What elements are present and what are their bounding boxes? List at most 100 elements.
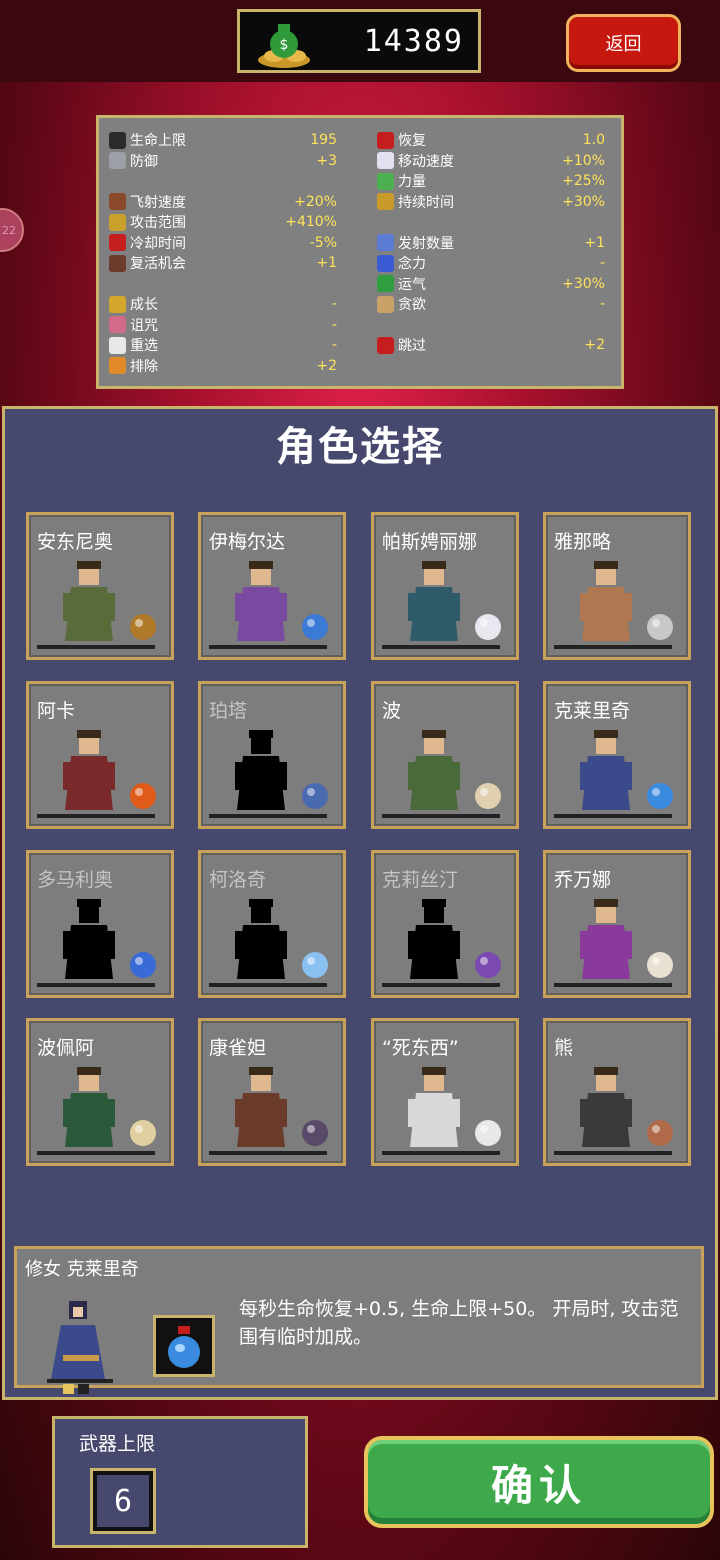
character-sprite — [580, 561, 632, 641]
santa-water-icon — [168, 1326, 200, 1368]
stat-name: 生命上限 — [130, 133, 186, 149]
character-name: 克莉丝汀 — [382, 869, 459, 891]
panel-title: 角色选择 — [276, 424, 444, 470]
character-card[interactable]: 克莱里奇 — [543, 681, 691, 829]
weapon-limit-box: 武器上限 6 — [52, 1416, 308, 1548]
stat-value: - — [599, 255, 605, 271]
stat-name: 排除 — [130, 358, 158, 375]
character-card[interactable]: 帕斯娉丽娜 — [371, 512, 519, 660]
character-card[interactable]: 珀塔 — [198, 681, 346, 829]
gatti-icon — [302, 1120, 328, 1146]
character-card[interactable]: 波佩阿 — [26, 1018, 174, 1166]
locked-silhouette — [235, 899, 287, 979]
character-sprite — [63, 1067, 115, 1147]
character-sprite — [408, 561, 460, 641]
stat-right-8: 跳过 +2 — [377, 335, 605, 355]
stat-left-9: 排除 +2 — [109, 356, 337, 376]
gold-bag-icon: $ — [258, 24, 310, 68]
stat-right-7: 贪欲 - — [377, 294, 605, 314]
stat-name: 运气 — [398, 276, 426, 293]
fire-wand-icon — [130, 783, 156, 809]
character-card[interactable]: 雅那略 — [543, 512, 691, 660]
side-badge[interactable]: 22 — [0, 208, 24, 252]
selected-title: 修女 克莱里奇 — [25, 1259, 139, 1280]
character-card[interactable]: 康雀妲 — [198, 1018, 346, 1166]
lightning-ring-icon — [302, 783, 328, 809]
ground-shadow — [209, 983, 327, 987]
character-name: 波佩阿 — [37, 1037, 95, 1059]
stat-value: - — [599, 296, 605, 312]
ground-shadow — [554, 1151, 672, 1155]
ground-shadow — [554, 814, 672, 818]
character-sprite — [408, 730, 460, 810]
stat-right-5: 念力 - — [377, 253, 605, 273]
cherry-bomb-icon — [647, 1120, 673, 1146]
stat-name: 冷却时间 — [130, 235, 186, 252]
stat-value: 195 — [310, 132, 337, 148]
stat-value: +20% — [294, 193, 337, 210]
character-card[interactable]: 乔万娜 — [543, 850, 691, 998]
skip-icon — [377, 336, 394, 354]
coin-counter: $ 14389 — [237, 9, 481, 73]
ground-shadow — [37, 983, 155, 987]
character-card[interactable]: 伊梅尔达 — [198, 512, 346, 660]
stat-left-4: 冷却时间 -5% — [109, 233, 337, 253]
character-card[interactable]: “死东西” — [371, 1018, 519, 1166]
character-name: 波 — [382, 700, 402, 722]
stat-right-6: 运气 +30% — [377, 274, 605, 294]
stat-right-1: 移动速度 +10% — [377, 151, 605, 171]
stat-right-2: 力量 +25% — [377, 171, 605, 191]
ground-shadow — [209, 645, 327, 649]
character-sprite — [580, 730, 632, 810]
character-card[interactable]: 多马利奥 — [26, 850, 174, 998]
ground-shadow — [382, 1151, 500, 1155]
character-card[interactable]: 熊 — [543, 1018, 691, 1166]
magnet-icon — [377, 254, 394, 272]
character-sprite — [235, 561, 287, 641]
pentagram-icon — [475, 952, 501, 978]
character-card[interactable]: 柯洛奇 — [198, 850, 346, 998]
character-card[interactable]: 阿卡 — [26, 681, 174, 829]
stat-name: 诅咒 — [130, 317, 158, 334]
stat-value: +410% — [285, 214, 337, 230]
character-card[interactable]: 安东尼奥 — [26, 512, 174, 660]
stat-left-3: 攻击范围 +410% — [109, 212, 337, 232]
weapon-limit-value: 6 — [90, 1468, 156, 1534]
revival-icon — [109, 254, 126, 272]
stat-value: +1 — [584, 234, 605, 251]
greed-icon — [377, 295, 394, 313]
santa-water-icon — [647, 783, 673, 809]
ground-shadow — [382, 983, 500, 987]
character-card[interactable]: 克莉丝汀 — [371, 850, 519, 998]
stat-value: +3 — [316, 152, 337, 169]
recovery-heart-icon — [377, 131, 394, 149]
stat-name: 飞射速度 — [130, 194, 186, 211]
stat-value: +25% — [562, 173, 605, 189]
magic-wand-icon — [302, 614, 328, 640]
stat-value: -5% — [309, 234, 337, 251]
character-name: 多马利奥 — [37, 869, 114, 891]
stat-name: 持续时间 — [398, 194, 454, 211]
back-button[interactable]: 返回 — [566, 14, 681, 72]
whip-icon — [130, 614, 156, 640]
stat-name: 力量 — [398, 174, 426, 190]
coin-amount: 14389 — [363, 24, 464, 59]
selected-description: 每秒生命恢复+0.5, 生命上限+50。 开局时, 攻击范围有临时加成。 — [239, 1298, 679, 1348]
stat-left-6: 成长 - — [109, 294, 337, 314]
ground-shadow — [554, 983, 672, 987]
speed-book-icon — [109, 193, 126, 210]
character-name: 柯洛奇 — [209, 869, 267, 891]
confirm-button[interactable]: 确认 — [364, 1436, 714, 1528]
stat-left-1: 防御 +3 — [109, 151, 337, 171]
reroll-icon — [109, 336, 126, 354]
character-name: 阿卡 — [37, 700, 76, 722]
stat-name: 重选 — [130, 338, 158, 354]
stat-name: 发射数量 — [398, 235, 454, 252]
knife-icon — [647, 614, 673, 640]
stats-panel: 生命上限 195 防御 +3 飞射速度 +20% 攻击范围 +410% 冷却时间 -5% 复活机会 +… — [96, 115, 624, 389]
stat-value: - — [331, 296, 337, 312]
amount-icon — [377, 234, 394, 251]
character-card[interactable]: 波 — [371, 681, 519, 829]
character-name: 帕斯娉丽娜 — [382, 531, 478, 553]
svg-text:$: $ — [280, 37, 289, 53]
